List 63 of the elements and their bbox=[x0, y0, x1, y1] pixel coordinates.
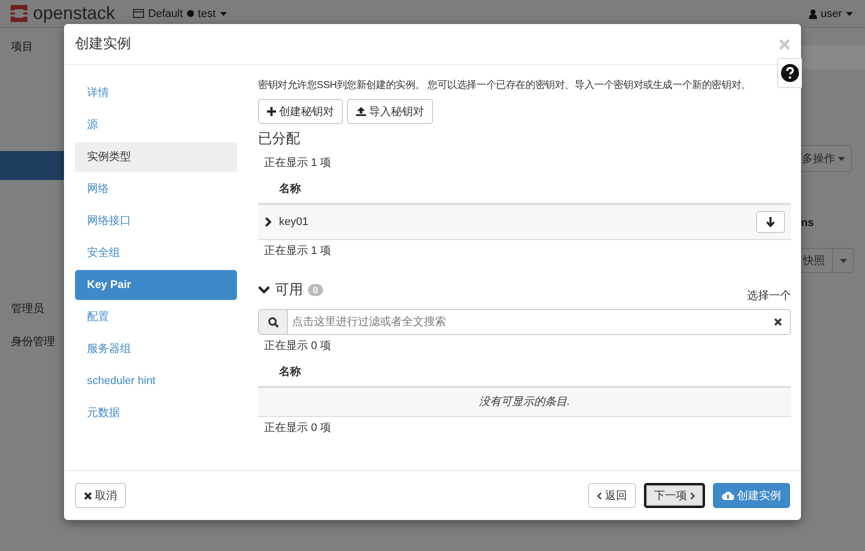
dropdown-toggle[interactable] bbox=[832, 248, 854, 273]
wizard-step-tab[interactable]: 网络接口 bbox=[75, 206, 237, 236]
wizard-step-tab[interactable]: 服务器组 bbox=[75, 334, 237, 364]
search-icon bbox=[268, 316, 278, 328]
column-header: 名称 bbox=[279, 364, 301, 378]
select-one-label: 选择一个 bbox=[747, 289, 791, 303]
table-row[interactable]: key01 bbox=[258, 205, 791, 240]
wizard-step-tab[interactable]: Key Pair bbox=[75, 270, 237, 300]
cancel-button[interactable]: 取消 bbox=[75, 483, 126, 508]
modal-title: 创建实例 bbox=[75, 35, 131, 53]
close-icon bbox=[84, 492, 92, 500]
deallocate-button[interactable] bbox=[756, 211, 785, 233]
launch-instance-button[interactable]: 创建实例 bbox=[713, 483, 790, 508]
create-key-pair-button[interactable]: 创建秘钥对 bbox=[258, 99, 343, 124]
nav-item[interactable]: 管理员 bbox=[0, 298, 64, 319]
upload-icon bbox=[356, 107, 366, 116]
caret-icon bbox=[840, 258, 846, 262]
description-text: 密钥对允许您SSH到您新创建的实例。 您可以选择一个已存在的密钥对、导入一个密钥对或生成一个新的密钥对。 bbox=[258, 78, 752, 92]
caret-icon bbox=[846, 12, 853, 16]
wizard-step-tab[interactable]: 实例类型 bbox=[75, 142, 237, 172]
item-count: 正在显示 1 项 bbox=[263, 156, 332, 171]
wizard-step-tab[interactable]: 源 bbox=[75, 110, 237, 140]
caret-icon bbox=[220, 12, 227, 16]
help-button[interactable] bbox=[777, 58, 802, 88]
brand-name: openstack bbox=[33, 3, 116, 24]
item-count: 正在显示 1 项 bbox=[263, 244, 332, 259]
item-count: 正在显示 0 项 bbox=[263, 421, 332, 436]
empty-table-message: 没有可显示的条目. bbox=[258, 388, 791, 417]
column-header: 名称 bbox=[279, 182, 301, 196]
plus-icon bbox=[267, 107, 276, 116]
table-cell-text: key01 bbox=[279, 216, 310, 228]
wizard-step-tab[interactable]: scheduler hint bbox=[75, 366, 237, 396]
back-button[interactable]: 返回 bbox=[588, 483, 636, 508]
user-icon bbox=[808, 8, 817, 18]
cloud-upload-icon bbox=[722, 491, 734, 500]
section-title: 可用 bbox=[275, 281, 303, 299]
search-input[interactable]: 点击这里进行过滤或者全文搜索 bbox=[288, 316, 774, 328]
chevron-down-icon[interactable] bbox=[258, 286, 270, 294]
wizard-step-tab[interactable]: 安全组 bbox=[75, 238, 237, 268]
user-menu[interactable]: user bbox=[808, 8, 853, 20]
chevron-right-icon[interactable] bbox=[264, 217, 272, 227]
window-icon bbox=[133, 9, 144, 18]
import-key-pair-button[interactable]: 导入秘钥对 bbox=[347, 99, 433, 124]
arrow-down-icon bbox=[766, 217, 775, 227]
next-button[interactable]: 下一项 bbox=[644, 483, 705, 508]
logo-icon bbox=[8, 4, 30, 23]
wizard-step-tab[interactable]: 配置 bbox=[75, 302, 237, 332]
caret-icon bbox=[838, 156, 845, 160]
wizard-step-tab[interactable]: 元数据 bbox=[75, 398, 237, 428]
dot-icon bbox=[186, 10, 194, 17]
section-title: 已分配 bbox=[258, 130, 301, 148]
project-selector[interactable]: Default test bbox=[133, 8, 227, 20]
wizard-step-tab[interactable]: 详情 bbox=[75, 78, 237, 108]
chevron-right-icon bbox=[690, 492, 695, 500]
clear-icon[interactable] bbox=[774, 318, 782, 326]
count-badge: 0 bbox=[308, 284, 324, 296]
wizard-step-tab[interactable]: 网络 bbox=[75, 174, 237, 204]
nav-item[interactable]: 身份管理 bbox=[0, 331, 64, 352]
column-header: ns bbox=[801, 217, 814, 229]
search-field[interactable]: 点击这里进行过滤或者全文搜索 bbox=[258, 309, 791, 335]
nav-item[interactable]: 项目 bbox=[0, 36, 64, 57]
chevron-left-icon bbox=[597, 492, 602, 500]
item-count: 正在显示 0 项 bbox=[263, 339, 332, 354]
